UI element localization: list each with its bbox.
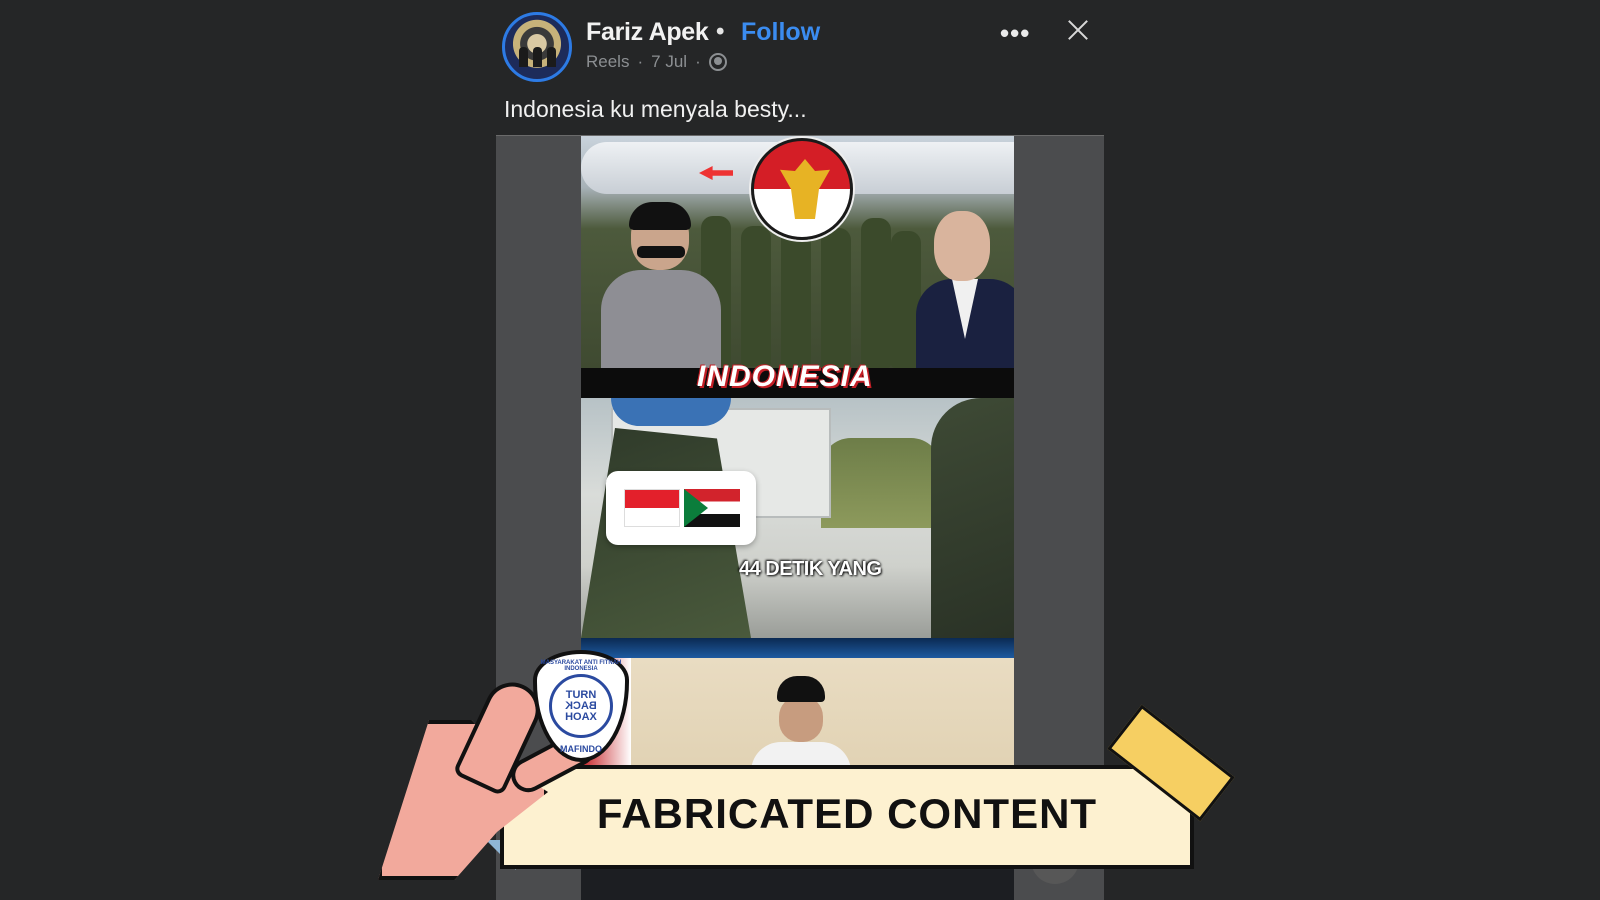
garuda-bird-shape <box>780 159 830 219</box>
more-icon[interactable]: ••• <box>1000 18 1030 49</box>
person-right-image <box>916 211 1014 371</box>
cap-shape <box>777 676 825 702</box>
cap-shape <box>629 202 691 230</box>
suit-shape <box>601 270 721 368</box>
badge-ring-bottom-text: MAFINDO <box>560 744 602 754</box>
soldier-right-image <box>931 398 1014 638</box>
soldier-figure <box>821 228 851 368</box>
video-panel-top <box>581 136 1014 371</box>
trees-image <box>821 438 941 528</box>
indonesia-flag-icon <box>624 489 680 527</box>
garuda-emblem-icon <box>751 138 853 240</box>
soldier-figure <box>781 221 811 368</box>
meta-section[interactable]: Reels <box>586 52 629 72</box>
video-panel-middle: UN 44 DETIK YANG <box>581 398 1014 638</box>
person-left-image <box>601 202 721 368</box>
meta-dot: · <box>637 52 644 71</box>
close-icon[interactable] <box>1066 18 1090 42</box>
soldier-figure <box>741 226 771 366</box>
video-subtitle: 44 DETIK YANG <box>739 558 882 580</box>
badge-ring-top-text: MASYARAKAT ANTI FITNAH INDONESIA <box>540 660 622 672</box>
soldier-figure <box>861 218 891 368</box>
separator-dot: • <box>716 18 725 45</box>
blue-helmet-shape <box>611 398 731 426</box>
author-name[interactable]: Fariz Apek <box>586 18 709 47</box>
avatar-figure <box>519 47 528 67</box>
meta-dot: · <box>695 52 701 71</box>
badge-line: BACK <box>565 699 597 712</box>
badge-inner-circle: TURN BACK HOAX <box>549 674 613 738</box>
head-shape <box>934 211 990 281</box>
video-banner-text: INDONESIA <box>697 360 873 393</box>
video-divider-bar <box>581 638 1014 658</box>
author-avatar[interactable] <box>502 12 572 82</box>
avatar-figure <box>533 47 542 67</box>
badge-line: HOAX <box>565 710 597 723</box>
sudan-flag-icon <box>684 489 740 527</box>
flags-box <box>606 471 756 545</box>
follow-button[interactable]: Follow <box>741 18 820 47</box>
meta-date[interactable]: 7 Jul <box>651 52 687 72</box>
mafindo-badge-icon: MASYARAKAT ANTI FITNAH INDONESIA TURN BA… <box>533 650 629 762</box>
glasses-shape <box>637 246 685 258</box>
globe-icon <box>708 53 727 71</box>
post-meta: Reels · 7 Jul · <box>586 52 727 72</box>
post-caption: Indonesia ku menyala besty... <box>504 96 807 122</box>
head-shape <box>779 696 823 742</box>
avatar-figure <box>547 47 556 67</box>
